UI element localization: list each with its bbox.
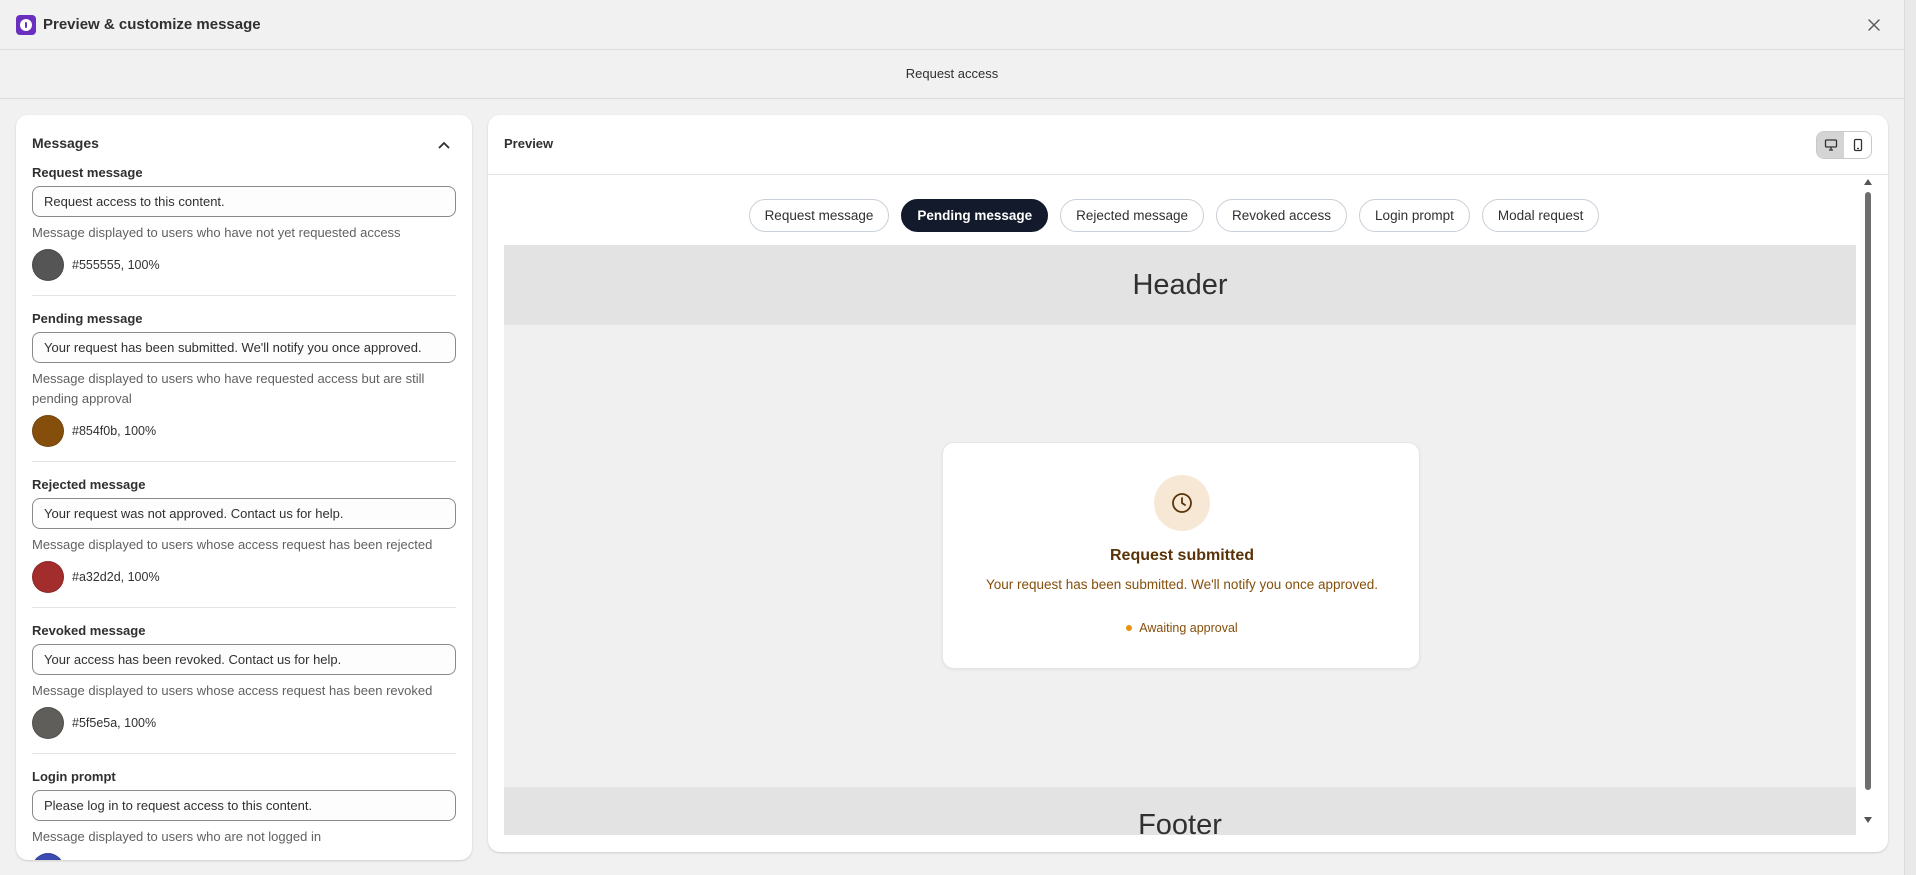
preview-page-header: Header xyxy=(504,245,1856,325)
request-color-value: #555555, 100% xyxy=(72,258,160,272)
rejected-message-label: Rejected message xyxy=(32,477,146,492)
desktop-icon xyxy=(1824,139,1837,151)
sub-header: Request access xyxy=(0,50,1916,99)
close-icon xyxy=(1868,19,1880,31)
card-message: Your request has been submitted. We'll n… xyxy=(985,577,1379,592)
login-color-swatch[interactable] xyxy=(32,853,64,860)
card-icon-circle xyxy=(1154,475,1210,531)
pending-message-section: Pending message Message displayed to use… xyxy=(32,310,456,447)
preview-header: Preview xyxy=(488,115,1888,175)
pending-message-label: Pending message xyxy=(32,311,143,326)
preview-title: Preview xyxy=(504,136,554,151)
request-message-section: Request message Message displayed to use… xyxy=(32,164,456,281)
scroll-up-arrow-icon[interactable] xyxy=(1864,179,1872,185)
login-prompt-label: Login prompt xyxy=(32,769,116,784)
card-title: Request submitted xyxy=(1109,547,1254,564)
status-badge: Awaiting approval xyxy=(943,621,1421,635)
tab-modal-request[interactable]: Modal request xyxy=(1481,199,1600,232)
divider xyxy=(32,753,456,754)
device-toggle xyxy=(1816,131,1872,159)
clock-icon xyxy=(1172,493,1192,513)
message-tabs: Request message Pending message Rejected… xyxy=(488,199,1860,232)
request-color-swatch[interactable] xyxy=(32,249,64,281)
app-window: Preview & customize message Request acce… xyxy=(0,0,1916,875)
request-message-input[interactable] xyxy=(32,186,456,217)
tab-rejected-message[interactable]: Rejected message xyxy=(1060,199,1204,232)
tab-login-prompt[interactable]: Login prompt xyxy=(1359,199,1470,232)
mobile-view-button[interactable] xyxy=(1844,132,1871,158)
login-color-row xyxy=(32,853,456,860)
lock-icon xyxy=(16,15,36,35)
pending-color-row: #854f0b, 100% xyxy=(32,415,456,447)
preview-panel: Preview Request message Pending message … xyxy=(488,115,1888,852)
divider xyxy=(32,295,456,296)
revoked-message-input[interactable] xyxy=(32,644,456,675)
mobile-icon xyxy=(1853,138,1862,152)
preview-page-footer: Footer xyxy=(504,787,1856,835)
pending-color-swatch[interactable] xyxy=(32,415,64,447)
tab-request-message[interactable]: Request message xyxy=(748,199,890,232)
request-message-label: Request message xyxy=(32,165,143,180)
rejected-color-value: #a32d2d, 100% xyxy=(72,570,160,584)
pending-status-card: Request submitted Your request has been … xyxy=(942,442,1420,669)
pending-message-help: Message displayed to users who have requ… xyxy=(32,371,425,406)
scroll-thumb[interactable] xyxy=(1865,192,1871,790)
divider xyxy=(32,607,456,608)
divider xyxy=(32,461,456,462)
revoked-message-label: Revoked message xyxy=(32,623,146,638)
rejected-message-input[interactable] xyxy=(32,498,456,529)
pending-color-value: #854f0b, 100% xyxy=(72,424,157,438)
status-dot xyxy=(1126,625,1133,631)
desktop-view-button[interactable] xyxy=(1817,132,1844,158)
login-prompt-help: Message displayed to users who are not l… xyxy=(32,829,322,844)
preview-scrollbar[interactable] xyxy=(1860,175,1876,835)
tab-pending-message[interactable]: Pending message xyxy=(901,199,1049,232)
revoked-color-value: #5f5e5a, 100% xyxy=(72,716,157,730)
rejected-color-row: #a32d2d, 100% xyxy=(32,561,456,593)
title-bar: Preview & customize message xyxy=(0,0,1916,50)
rejected-message-section: Rejected message Message displayed to us… xyxy=(32,476,456,593)
page-title: Request access xyxy=(905,66,999,81)
scroll-down-arrow-icon[interactable] xyxy=(1864,817,1872,823)
login-prompt-input[interactable] xyxy=(32,790,456,821)
revoked-message-section: Revoked message Message displayed to use… xyxy=(32,622,456,739)
window-scrollbar[interactable] xyxy=(1904,0,1916,875)
pending-message-input[interactable] xyxy=(32,332,456,363)
tab-revoked-access[interactable]: Revoked access xyxy=(1215,199,1348,232)
collapse-button[interactable] xyxy=(434,135,454,155)
chevron-up-icon xyxy=(438,142,450,149)
messages-panel-title: Messages xyxy=(32,135,99,151)
rejected-message-help: Message displayed to users whose access … xyxy=(32,537,433,552)
login-prompt-section: Login prompt Message displayed to users … xyxy=(32,768,456,860)
messages-panel: Messages Request message Message display… xyxy=(16,115,472,860)
revoked-message-help: Message displayed to users whose access … xyxy=(32,683,433,698)
window-title: Preview & customize message xyxy=(43,16,261,33)
request-message-help: Message displayed to users who have not … xyxy=(32,225,401,240)
revoked-color-swatch[interactable] xyxy=(32,707,64,739)
preview-canvas: Header Request submitted Your request ha… xyxy=(504,245,1856,835)
rejected-color-swatch[interactable] xyxy=(32,561,64,593)
status-text: Awaiting approval xyxy=(1139,621,1238,635)
close-button[interactable] xyxy=(1862,13,1886,37)
revoked-color-row: #5f5e5a, 100% xyxy=(32,707,456,739)
request-color-row: #555555, 100% xyxy=(32,249,456,281)
